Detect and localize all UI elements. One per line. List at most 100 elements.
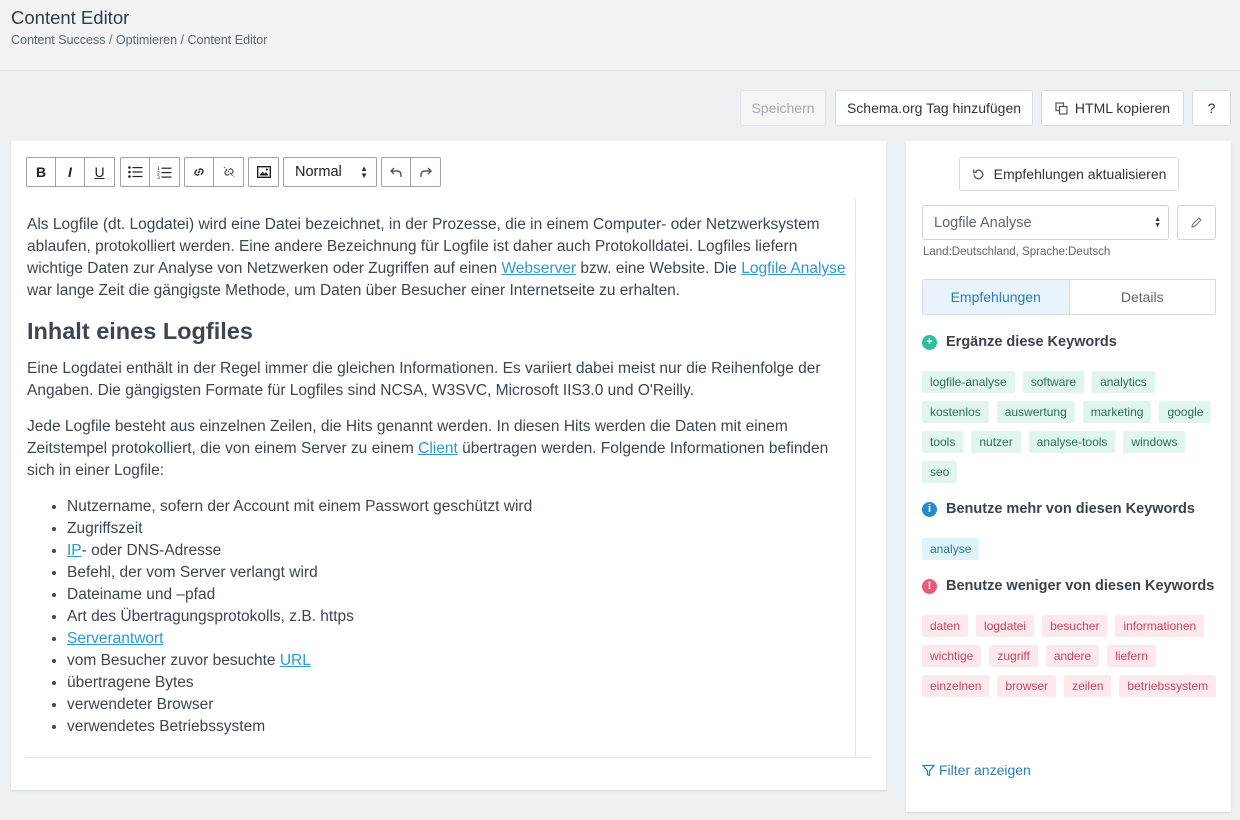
edit-keyword-button[interactable]: [1177, 205, 1216, 240]
keyword-chip[interactable]: besucher: [1042, 615, 1108, 637]
keyword-chip[interactable]: logdatei: [976, 615, 1035, 637]
less-keywords-heading: ! Benutze weniger von diesen Keywords: [922, 578, 1214, 594]
keyword-chip[interactable]: auswertung: [996, 401, 1075, 423]
bullet-list-icon: [127, 166, 142, 178]
numbered-list-icon: 123: [157, 166, 172, 179]
tab-details[interactable]: Details: [1070, 280, 1216, 314]
keyword-chip[interactable]: analyse: [922, 538, 980, 560]
list-item: vom Besucher zuvor besuchte URL: [67, 650, 849, 672]
keyword-chip[interactable]: andere: [1045, 645, 1100, 667]
select-arrows-icon: ▲ ▼: [360, 164, 368, 180]
format-select[interactable]: Normal ▲ ▼: [283, 157, 377, 187]
page-header: Content Editor Content Success / Optimie…: [0, 0, 1240, 71]
link-client[interactable]: Client: [418, 440, 458, 457]
keyword-select-value: Logfile Analyse: [934, 214, 1032, 231]
keyword-chip[interactable]: tools: [922, 431, 964, 453]
keyword-chip[interactable]: analytics: [1092, 371, 1155, 393]
bullet-list-button[interactable]: [121, 158, 150, 186]
keyword-chip[interactable]: seo: [922, 461, 958, 483]
keyword-chip[interactable]: browser: [997, 675, 1057, 697]
add-schema-tag-button[interactable]: Schema.org Tag hinzufügen: [835, 90, 1033, 126]
list-item: übertragene Bytes: [67, 672, 849, 694]
editor-text[interactable]: Als Logfile (dt. Logdatei) wird eine Dat…: [27, 214, 849, 738]
link-webserver[interactable]: Webserver: [501, 260, 576, 277]
keyword-chip[interactable]: windows: [1123, 431, 1186, 453]
keyword-chip[interactable]: informationen: [1115, 615, 1205, 637]
keyword-chip[interactable]: betriebssystem: [1119, 675, 1217, 697]
help-button[interactable]: ?: [1192, 90, 1231, 126]
show-filter-link[interactable]: Filter anzeigen: [922, 762, 1031, 778]
paragraph: Jede Logfile besteht aus einzelnen Zeile…: [27, 416, 849, 482]
add-keywords-title: Ergänze diese Keywords: [946, 334, 1117, 350]
select-arrows-icon: ▲ ▼: [1154, 216, 1161, 229]
keyword-chip[interactable]: zeilen: [1064, 675, 1112, 697]
breadcrumb: Content Success / Optimieren / Content E…: [11, 33, 268, 47]
keyword-chip[interactable]: google: [1159, 401, 1212, 423]
breadcrumb-item: Content Editor: [187, 33, 268, 47]
keyword-select[interactable]: Logfile Analyse ▲ ▼: [922, 205, 1169, 240]
bold-button[interactable]: B: [27, 158, 56, 186]
keyword-chip[interactable]: analyse-tools: [1028, 431, 1116, 453]
more-keywords-title: Benutze mehr von diesen Keywords: [946, 501, 1195, 517]
keyword-chip[interactable]: wichtige: [922, 645, 982, 667]
copy-html-button[interactable]: HTML kopieren: [1041, 90, 1184, 126]
help-label: ?: [1207, 100, 1216, 116]
save-button[interactable]: Speichern: [740, 90, 826, 126]
unlink-button[interactable]: [214, 158, 243, 186]
redo-button[interactable]: [411, 158, 440, 186]
svg-text:3: 3: [157, 175, 160, 179]
editor-scrollbar[interactable]: [855, 198, 870, 757]
italic-button[interactable]: I: [56, 158, 85, 186]
link-serverantwort[interactable]: Serverantwort: [67, 630, 163, 647]
underline-button[interactable]: U: [85, 158, 114, 186]
link-url[interactable]: URL: [280, 652, 311, 669]
keyword-chip[interactable]: nutzer: [971, 431, 1021, 453]
filter-label: Filter anzeigen: [939, 762, 1031, 778]
link-icon: [194, 168, 204, 176]
filter-icon: [922, 764, 935, 776]
info-list: Nutzername, sofern der Account mit einem…: [67, 496, 849, 738]
redo-icon: [420, 167, 432, 177]
breadcrumb-item[interactable]: Optimieren: [116, 33, 177, 47]
editor-card: B I U 123 Normal ▲ ▼ Als Logfile (dt. Lo…: [11, 141, 886, 790]
refresh-recommendations-button[interactable]: Empfehlungen aktualisieren: [959, 157, 1179, 191]
link-ip[interactable]: IP: [67, 542, 82, 559]
list-item: Serverantwort: [67, 628, 849, 650]
keyword-chip[interactable]: zugriff: [989, 645, 1038, 667]
bold-icon: B: [35, 164, 47, 180]
add-schema-tag-label: Schema.org Tag hinzufügen: [846, 100, 1022, 116]
keyword-chip[interactable]: liefern: [1107, 645, 1156, 667]
keyword-chip[interactable]: marketing: [1082, 401, 1152, 423]
keyword-chip[interactable]: einzelnen: [922, 675, 990, 697]
locale-info: Land:Deutschland, Sprache:Deutsch: [923, 246, 1111, 258]
content-heading: Inhalt eines Logfiles: [27, 318, 253, 344]
link-group: [184, 157, 244, 187]
link-logfile-analyse[interactable]: Logfile Analyse: [741, 260, 845, 277]
numbered-list-button[interactable]: 123: [150, 158, 179, 186]
text-run: bzw. eine Website. Die: [576, 260, 742, 277]
keyword-chip[interactable]: kostenlos: [922, 401, 989, 423]
paragraph: Als Logfile (dt. Logdatei) wird eine Dat…: [27, 214, 849, 302]
list-item: verwendeter Browser: [67, 694, 849, 716]
less-keywords-title: Benutze weniger von diesen Keywords: [946, 578, 1215, 594]
more-keywords-list: analyse: [922, 538, 1222, 560]
link-button[interactable]: [185, 158, 214, 186]
list-item: Dateiname und –pfad: [67, 584, 849, 606]
text-style-group: B I U: [26, 157, 115, 187]
underline-icon: U: [94, 164, 105, 180]
add-keywords-list: logfile-analyse software analytics koste…: [922, 371, 1222, 483]
unlink-icon: [223, 166, 234, 178]
add-keywords-heading: + Ergänze diese Keywords: [922, 334, 1117, 350]
tab-empfehlungen[interactable]: Empfehlungen: [923, 280, 1070, 314]
image-button[interactable]: [249, 158, 278, 186]
editor-content[interactable]: Als Logfile (dt. Logdatei) wird eine Dat…: [26, 198, 870, 758]
text-run: - oder DNS-Adresse: [81, 542, 222, 559]
breadcrumb-item[interactable]: Content Success: [11, 33, 106, 47]
history-group: [381, 157, 441, 187]
undo-button[interactable]: [382, 158, 411, 186]
keyword-chip[interactable]: logfile-analyse: [922, 371, 1015, 393]
refresh-label: Empfehlungen aktualisieren: [993, 166, 1167, 182]
keyword-chip[interactable]: daten: [922, 615, 969, 637]
keyword-chip[interactable]: software: [1022, 371, 1085, 393]
more-keywords-heading: i Benutze mehr von diesen Keywords: [922, 501, 1195, 517]
